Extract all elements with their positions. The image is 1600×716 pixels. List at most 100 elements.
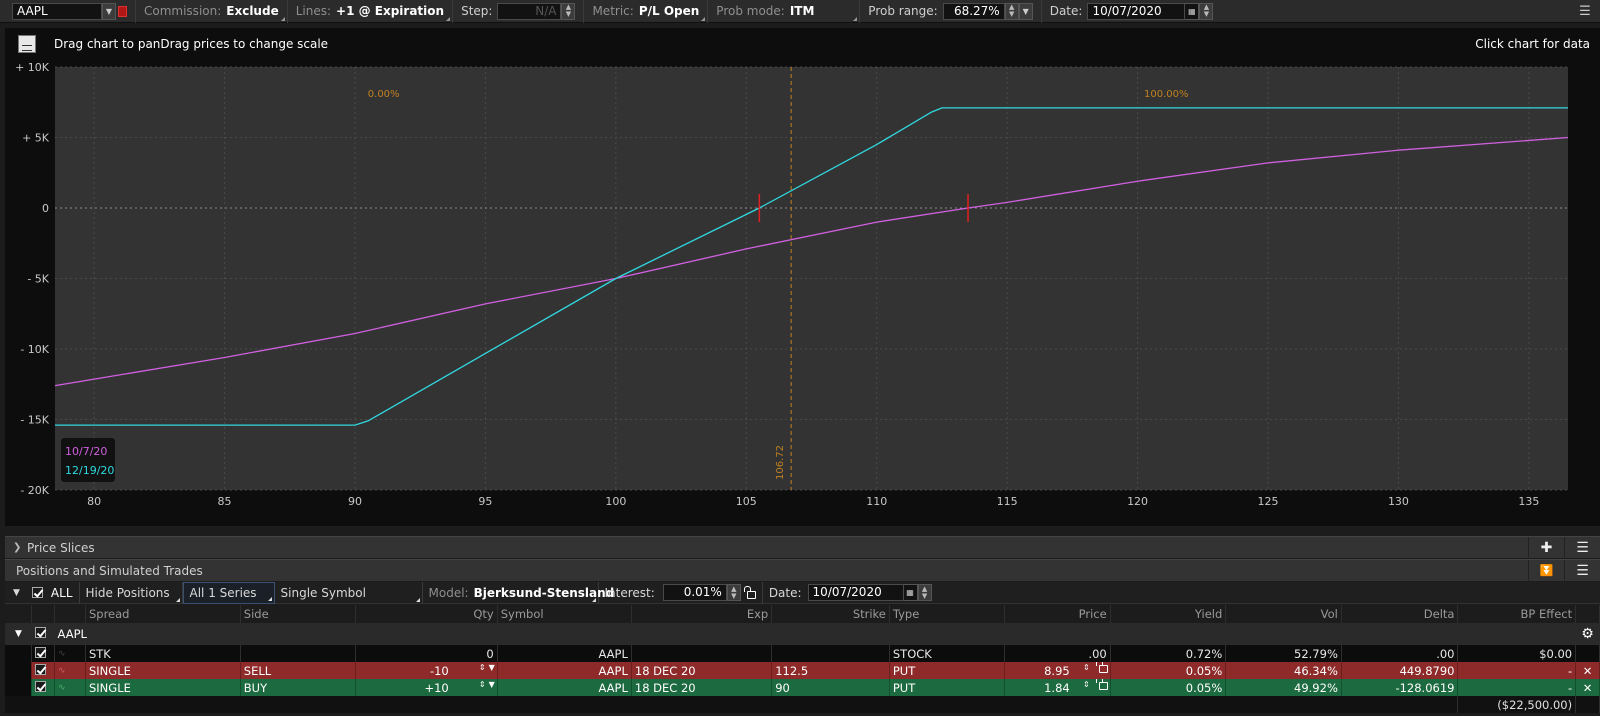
positions-calendar-icon[interactable]: ▦ (903, 584, 918, 601)
interest-lock-icon[interactable] (743, 585, 756, 599)
lines-selector[interactable]: Lines: +1 @ Expiration (288, 0, 454, 23)
risk-profile-chart[interactable]: 80 85 90 95 100 105 110 115 120 125 130 135 + 10K + 5… (5, 60, 1600, 526)
remove-row-icon[interactable]: ✕ (1575, 662, 1600, 679)
group-row[interactable]: ▼ AAPL ⚙ (5, 623, 1600, 645)
positions-date-input[interactable]: 10/07/2020 (807, 584, 904, 601)
calendar-icon[interactable]: ▦ (1185, 2, 1200, 20)
qty-dropdown-icon[interactable]: ▼ (489, 663, 495, 672)
collapse-icon[interactable]: ⏬ (1528, 559, 1564, 582)
metric-value[interactable]: P/L Open (639, 4, 699, 18)
cell-delta: -128.0619 (1341, 679, 1459, 696)
row-chart-icon[interactable]: ∿ (54, 645, 86, 662)
metric-selector[interactable]: Metric: P/L Open (584, 0, 709, 23)
symbol-dropdown-icon[interactable]: ▼ (102, 2, 116, 20)
col-strike[interactable]: Strike (771, 605, 890, 623)
step-spinner-icon[interactable]: ▲ ▼ (561, 2, 576, 20)
cell-price[interactable]: 1.84 (1044, 681, 1070, 695)
cell-exp[interactable]: 18 DEC 20 (631, 662, 773, 679)
remove-row-icon[interactable]: ✕ (1575, 679, 1600, 696)
col-side[interactable]: Side (240, 605, 357, 623)
symbol-alert-icon[interactable] (118, 5, 127, 17)
qty-spinner-icon[interactable]: ⇕ (479, 663, 486, 672)
col-price[interactable]: Price (1004, 605, 1111, 623)
group-checkbox[interactable] (34, 627, 46, 638)
price-slices-label[interactable]: Price Slices (27, 541, 95, 555)
cell-symbol: AAPL (497, 662, 632, 679)
prob-mode-value[interactable]: ITM (790, 4, 815, 18)
date-spinner-icon[interactable]: ▲ ▼ (1199, 2, 1214, 20)
cell-type[interactable]: PUT (889, 679, 1006, 696)
positions-label[interactable]: Positions and Simulated Trades (16, 564, 203, 578)
interest-input[interactable]: 0.01% (662, 584, 727, 601)
commission-value[interactable]: Exclude (226, 4, 278, 18)
cell-side[interactable]: BUY (240, 679, 357, 696)
price-lock-icon[interactable] (1095, 662, 1108, 673)
col-delta[interactable]: Delta (1341, 605, 1459, 623)
cell-qty[interactable]: -10 (430, 664, 449, 678)
lines-value[interactable]: +1 @ Expiration (336, 4, 444, 18)
series-filter[interactable]: All 1 Series (182, 581, 275, 604)
select-all[interactable]: ALL (26, 581, 80, 604)
add-slice-icon[interactable]: ✚ (1528, 536, 1564, 559)
cell-spread[interactable]: SINGLE (85, 662, 241, 679)
chevron-right-icon[interactable]: ❯ (13, 542, 27, 553)
qty-dropdown-icon[interactable]: ▼ (489, 680, 495, 689)
symbol-input[interactable]: AAPL (12, 2, 102, 20)
model-selector[interactable]: Model: Bjerksund-Stensland (423, 581, 614, 604)
toolbar-menu-icon[interactable]: ☰ (1570, 4, 1600, 19)
col-type[interactable]: Type (889, 605, 1006, 623)
group-chevron-down-icon[interactable]: ▼ (5, 623, 32, 645)
row-checkbox[interactable] (35, 663, 47, 675)
risk-profile-svg[interactable]: 80 85 90 95 100 105 110 115 120 125 130 135 + 10K + 5… (5, 60, 1600, 526)
cell-strike[interactable]: 90 (771, 679, 890, 696)
price-spinner-icon[interactable]: ⇕ (1083, 663, 1090, 672)
price-slices-menu-icon[interactable]: ☰ (1564, 536, 1600, 559)
chevron-down-icon[interactable]: ▼ (13, 588, 20, 598)
positions-date-spinner-icon[interactable]: ▲ ▼ (917, 584, 932, 601)
interest-spinner-icon[interactable]: ▲ ▼ (726, 584, 741, 601)
row-chart-icon[interactable]: ∿ (54, 679, 86, 696)
cell-strike[interactable]: 112.5 (771, 662, 890, 679)
table-row[interactable]: ∿ STK 0 AAPL STOCK .00 0.72% 52.79% .00 … (5, 645, 1600, 662)
price-spinner-icon[interactable]: ⇕ (1083, 680, 1090, 689)
cell-spread[interactable]: SINGLE (85, 679, 241, 696)
col-spread[interactable]: Spread (85, 605, 241, 623)
cell-exp[interactable]: 18 DEC 20 (631, 679, 773, 696)
table-row[interactable]: ∿ SINGLE BUY +10 ⇕ ▼ AAPL 18 DEC 20 90 PU… (5, 679, 1600, 696)
hide-positions-button[interactable]: Hide Positions (80, 581, 183, 604)
row-checkbox[interactable] (35, 646, 47, 658)
positions-bar[interactable]: Positions and Simulated Trades ⏬ ☰ (5, 559, 1600, 582)
group-gear-icon[interactable]: ⚙ (1575, 623, 1600, 645)
prob-range-dropdown-icon[interactable]: ▼ (1018, 2, 1033, 20)
symbol-filter[interactable]: Single Symbol (275, 581, 423, 604)
date-input[interactable]: 10/07/2020 (1087, 2, 1186, 20)
cell-qty[interactable]: 0 (355, 645, 498, 662)
commission-selector[interactable]: Commission: Exclude (136, 0, 288, 23)
cell-price[interactable]: 8.95 (1044, 664, 1070, 678)
qty-spinner-icon[interactable]: ⇕ (479, 680, 486, 689)
row-checkbox[interactable] (35, 680, 47, 692)
cell-qty[interactable]: +10 (424, 681, 448, 695)
col-vol[interactable]: Vol (1225, 605, 1342, 623)
row-chart-icon[interactable]: ∿ (54, 662, 86, 679)
cell-side[interactable]: SELL (240, 662, 357, 679)
price-slices-bar[interactable]: ❯ Price Slices ✚ ☰ (5, 536, 1600, 559)
symbol-selector[interactable]: AAPL ▼ (0, 0, 136, 23)
prob-range-spinner-icon[interactable]: ▲ ▼ (1004, 2, 1019, 20)
chart-settings-icon[interactable] (18, 35, 36, 53)
col-qty[interactable]: Qty (355, 605, 498, 623)
prob-range-input[interactable]: 68.27% (942, 2, 1005, 20)
cell-type[interactable]: PUT (889, 662, 1006, 679)
prob-mode-selector[interactable]: Prob mode: ITM (708, 0, 861, 23)
col-symbol[interactable]: Symbol (497, 605, 632, 623)
step-input[interactable]: N/A (497, 2, 562, 20)
cell-price[interactable]: .00 (1004, 645, 1111, 662)
expand-all-toggle[interactable]: ▼ (5, 582, 26, 604)
col-yield[interactable]: Yield (1110, 605, 1227, 623)
positions-menu-icon[interactable]: ☰ (1564, 559, 1600, 582)
col-exp[interactable]: Exp (631, 605, 773, 623)
price-lock-icon[interactable] (1095, 679, 1108, 690)
table-row[interactable]: ∿ SINGLE SELL -10 ⇕ ▼ AAPL 18 DEC 20 112.… (5, 662, 1600, 679)
select-all-checkbox[interactable] (31, 587, 43, 598)
col-bp-effect[interactable]: BP Effect (1457, 605, 1577, 623)
